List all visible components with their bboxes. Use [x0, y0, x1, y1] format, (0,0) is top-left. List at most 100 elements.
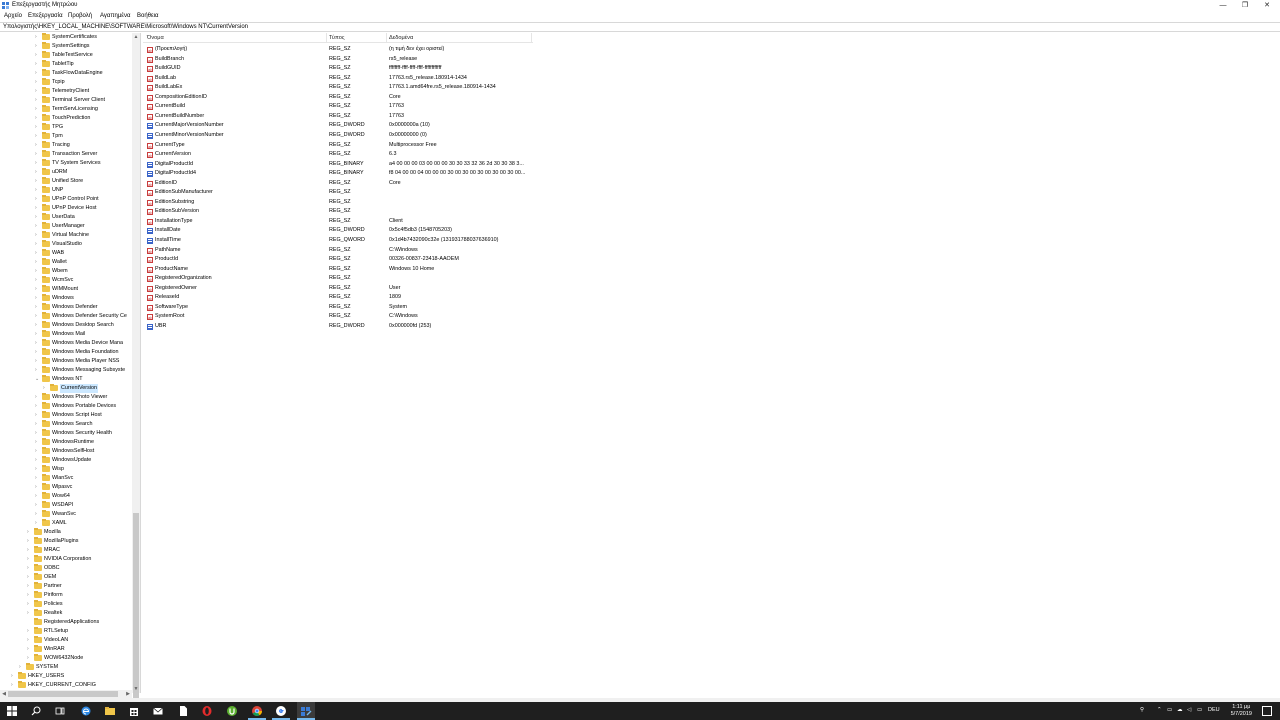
- chevron-right-icon[interactable]: ›: [35, 420, 41, 429]
- hscrollbar-thumb[interactable]: [8, 691, 118, 697]
- action-center-icon[interactable]: [1262, 706, 1272, 716]
- minimize-button[interactable]: —: [1212, 0, 1234, 11]
- chevron-right-icon[interactable]: ›: [35, 456, 41, 465]
- value-row[interactable]: InstallDate REG_DWORD 0x5c4f5db3 (15487052…: [143, 226, 533, 236]
- chevron-right-icon[interactable]: ›: [27, 609, 33, 618]
- chevron-right-icon[interactable]: ›: [35, 276, 41, 285]
- menu-help[interactable]: Βοήθεια: [137, 13, 159, 19]
- value-row[interactable]: ab EditionSubstring REG_SZ: [143, 198, 533, 208]
- value-row[interactable]: ab CurrentVersion REG_SZ 6.3: [143, 150, 533, 160]
- chevron-right-icon[interactable]: ›: [35, 312, 41, 321]
- chevron-right-icon[interactable]: ›: [35, 258, 41, 267]
- value-row[interactable]: ab BuildGUID REG_SZ ffffffff-ffff-ffff-ffff…: [143, 64, 533, 74]
- value-row[interactable]: ab RegisteredOwner REG_SZ User: [143, 284, 533, 294]
- menu-file[interactable]: Αρχείο: [4, 13, 22, 19]
- chevron-right-icon[interactable]: ›: [35, 60, 41, 69]
- chevron-right-icon[interactable]: ›: [35, 141, 41, 150]
- column-separator[interactable]: [386, 33, 387, 43]
- chevron-right-icon[interactable]: ›: [27, 654, 33, 663]
- value-row[interactable]: ab EditionID REG_SZ Core: [143, 179, 533, 189]
- chevron-right-icon[interactable]: ›: [35, 150, 41, 159]
- chevron-right-icon[interactable]: ›: [35, 429, 41, 438]
- value-row[interactable]: ab ReleaseId REG_SZ 1809: [143, 293, 533, 303]
- start-icon[interactable]: [6, 705, 18, 717]
- chevron-right-icon[interactable]: ›: [35, 186, 41, 195]
- chevron-right-icon[interactable]: ›: [27, 627, 33, 636]
- chevron-right-icon[interactable]: ›: [35, 366, 41, 375]
- value-row[interactable]: CurrentMinorVersionNumber REG_DWORD 0x0000…: [143, 131, 533, 141]
- chevron-right-icon[interactable]: ›: [27, 573, 33, 582]
- chevron-right-icon[interactable]: ›: [35, 222, 41, 231]
- people-icon[interactable]: ⚲: [1140, 707, 1144, 713]
- chevron-right-icon[interactable]: ›: [35, 510, 41, 519]
- chevron-right-icon[interactable]: ›: [27, 582, 33, 591]
- value-row[interactable]: DigitalProductId4 REG_BINARY f8 04 00 00 0…: [143, 169, 533, 179]
- column-data-header[interactable]: Δεδομένα: [389, 35, 413, 41]
- utorrent-icon[interactable]: [226, 705, 238, 717]
- chevron-right-icon[interactable]: ›: [35, 438, 41, 447]
- chevron-right-icon[interactable]: ›: [35, 483, 41, 492]
- value-row[interactable]: ab PathName REG_SZ C:\Windows: [143, 246, 533, 256]
- chevron-right-icon[interactable]: ›: [35, 33, 41, 42]
- value-row[interactable]: ab SystemRoot REG_SZ C:\Windows: [143, 312, 533, 322]
- value-row[interactable]: CurrentMajorVersionNumber REG_DWORD 0x0000…: [143, 121, 533, 131]
- value-row[interactable]: ab SoftwareType REG_SZ System: [143, 303, 533, 313]
- chevron-right-icon[interactable]: ›: [35, 339, 41, 348]
- address-path[interactable]: Υπολογιστής\HKEY_LOCAL_MACHINE\SOFTWARE\…: [3, 24, 248, 30]
- chevron-right-icon[interactable]: ›: [35, 348, 41, 357]
- chrome-icon[interactable]: [251, 705, 263, 717]
- value-row[interactable]: InstallTime REG_QWORD 0x1d4b7432090c32e (1…: [143, 236, 533, 246]
- chevron-right-icon[interactable]: ›: [43, 384, 49, 393]
- store-icon[interactable]: [128, 705, 140, 717]
- chevron-right-icon[interactable]: ›: [35, 87, 41, 96]
- chevron-right-icon[interactable]: ›: [35, 267, 41, 276]
- mail-icon[interactable]: [152, 705, 164, 717]
- chevron-right-icon[interactable]: ›: [35, 69, 41, 78]
- column-separator[interactable]: [326, 33, 327, 43]
- network-icon[interactable]: ▭: [1167, 707, 1172, 713]
- chevron-right-icon[interactable]: ›: [35, 411, 41, 420]
- value-row[interactable]: ab BuildLab REG_SZ 17763.rs5_release.180914…: [143, 74, 533, 84]
- chevron-right-icon[interactable]: ›: [35, 195, 41, 204]
- value-row[interactable]: UBR REG_DWORD 0x000000fd (253): [143, 322, 533, 332]
- chevron-right-icon[interactable]: ›: [35, 294, 41, 303]
- value-row[interactable]: ab CurrentBuild REG_SZ 17763: [143, 102, 533, 112]
- scroll-right-icon[interactable]: ▶: [124, 690, 132, 698]
- value-row[interactable]: ab CompositionEditionID REG_SZ Core: [143, 93, 533, 103]
- chevron-right-icon[interactable]: ›: [35, 231, 41, 240]
- chevron-right-icon[interactable]: ›: [35, 357, 41, 366]
- chevron-right-icon[interactable]: ›: [35, 132, 41, 141]
- chevron-right-icon[interactable]: ›: [27, 645, 33, 654]
- chevron-right-icon[interactable]: ›: [27, 555, 33, 564]
- chevron-right-icon[interactable]: ›: [19, 663, 25, 672]
- column-separator[interactable]: [531, 33, 532, 43]
- chevron-right-icon[interactable]: ›: [35, 96, 41, 105]
- column-name-header[interactable]: Όνομα: [147, 35, 164, 41]
- menu-favorites[interactable]: Αγαπημένα: [100, 13, 130, 19]
- chevron-right-icon[interactable]: ›: [35, 213, 41, 222]
- chevron-right-icon[interactable]: ›: [11, 681, 17, 690]
- file-explorer-icon[interactable]: [104, 705, 116, 717]
- chevron-right-icon[interactable]: ›: [27, 591, 33, 600]
- chevron-right-icon[interactable]: ›: [35, 465, 41, 474]
- chevron-right-icon[interactable]: ›: [35, 285, 41, 294]
- value-row[interactable]: ab RegisteredOrganization REG_SZ: [143, 274, 533, 284]
- clock[interactable]: 1:11 μμ 5/7/2019: [1231, 704, 1252, 718]
- task-view-icon[interactable]: [54, 705, 66, 717]
- chevron-right-icon[interactable]: ›: [35, 492, 41, 501]
- chevron-right-icon[interactable]: ›: [35, 402, 41, 411]
- chevron-right-icon[interactable]: ›: [27, 636, 33, 645]
- registry-tree[interactable]: › SystemCertificates › SystemSettings › Table…: [0, 33, 141, 693]
- value-row[interactable]: ab CurrentBuildNumber REG_SZ 17763: [143, 112, 533, 122]
- chevron-right-icon[interactable]: ›: [35, 474, 41, 483]
- chevron-right-icon[interactable]: ›: [35, 168, 41, 177]
- value-row[interactable]: ab BuildLabEx REG_SZ 17763.1.amd64fre.rs5_r…: [143, 83, 533, 93]
- address-bar[interactable]: Υπολογιστής\HKEY_LOCAL_MACHINE\SOFTWARE\…: [0, 22, 1280, 32]
- value-row[interactable]: ab (Προεπιλογή) REG_SZ (η τιμή δεν έχει ορι…: [143, 45, 533, 55]
- scroll-up-icon[interactable]: ▲: [132, 33, 140, 41]
- input-language[interactable]: DEU: [1208, 707, 1220, 713]
- values-list[interactable]: Όνομα Τύπος Δεδομένα ab (Προεπιλογή) REG_S…: [143, 33, 1280, 698]
- chevron-right-icon[interactable]: ›: [35, 51, 41, 60]
- chevron-right-icon[interactable]: ›: [35, 330, 41, 339]
- chevron-right-icon[interactable]: ›: [35, 249, 41, 258]
